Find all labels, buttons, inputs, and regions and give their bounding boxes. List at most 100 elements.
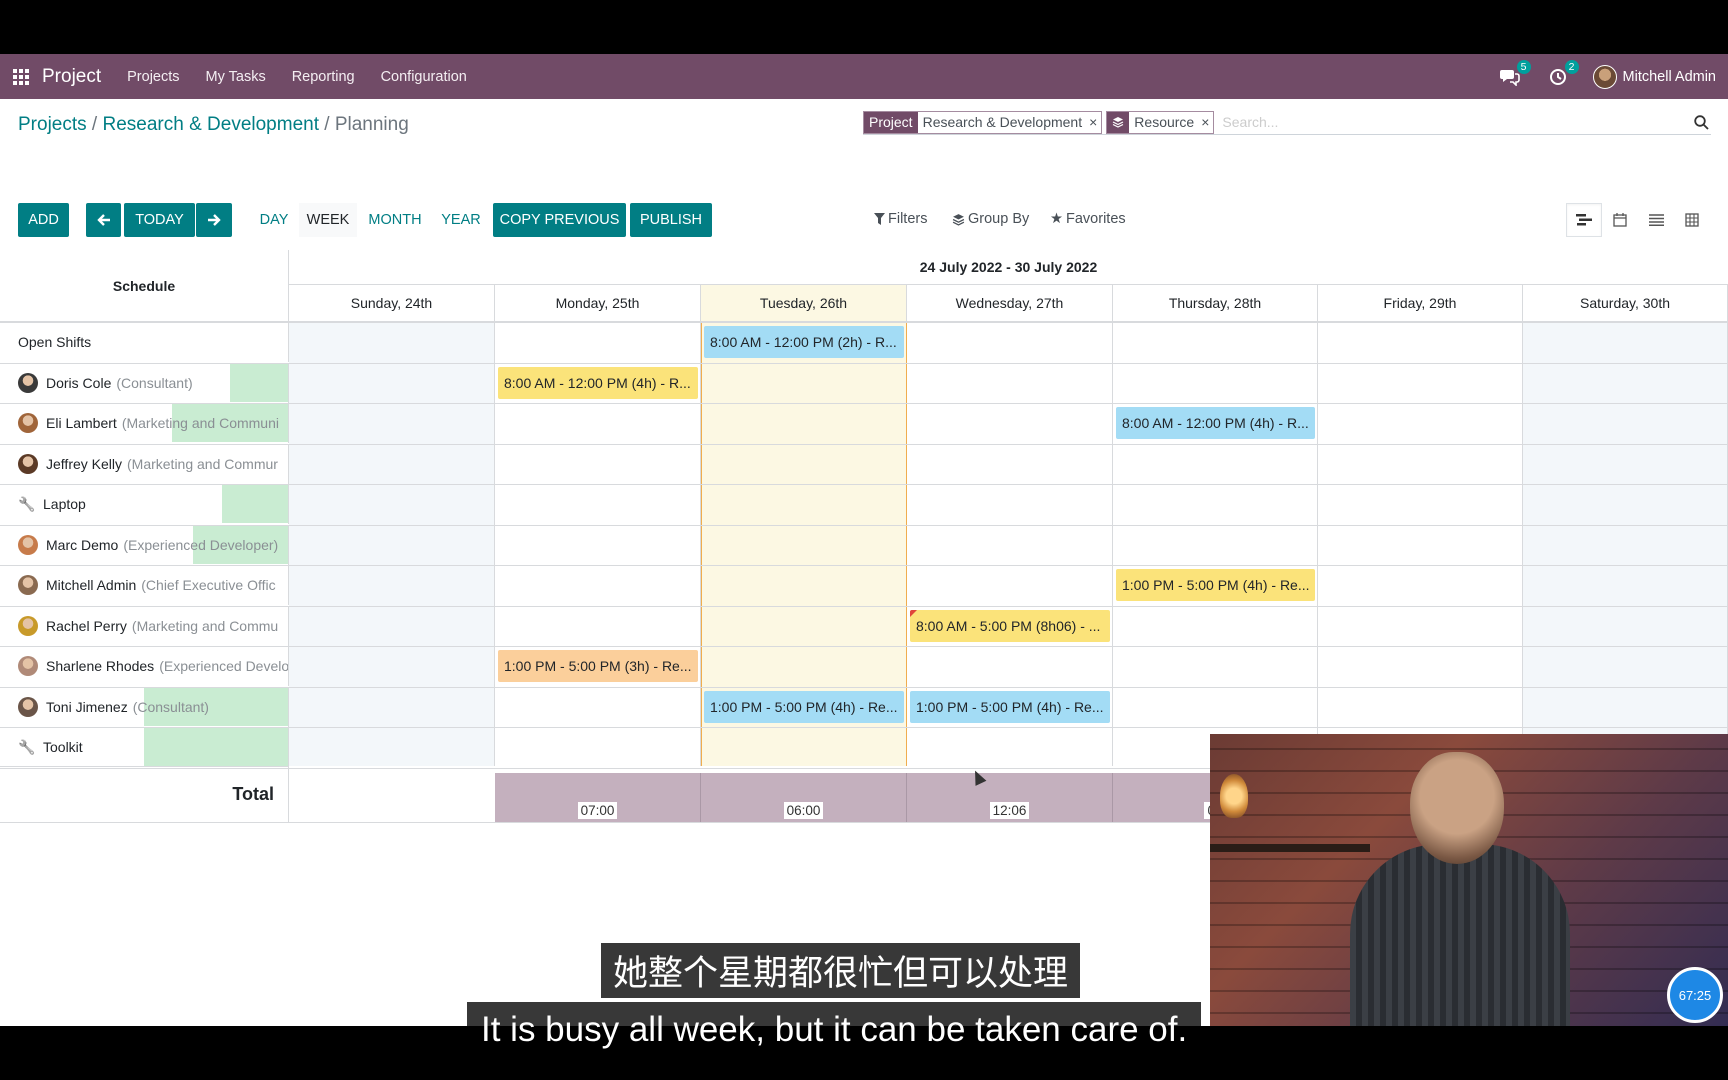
shift-pill[interactable]: 8:00 AM - 12:00 PM (4h) - R... bbox=[498, 366, 698, 399]
resource-name: Mitchell Admin bbox=[46, 577, 137, 593]
gantt-day-header: Tuesday, 26th bbox=[701, 285, 907, 322]
today-button[interactable]: TODAY bbox=[124, 203, 195, 237]
subtitle-chinese: 她整个星期都很忙但可以处理 bbox=[601, 943, 1081, 998]
next-button[interactable] bbox=[196, 203, 232, 237]
resource-name: Rachel Perry bbox=[46, 617, 127, 634]
resource-name: Eli Lambert bbox=[46, 415, 117, 431]
facet-remove-icon[interactable]: × bbox=[1087, 112, 1101, 133]
gantt-row-resource[interactable]: Toni Jimenez (Consultant) bbox=[0, 686, 289, 727]
search-icon[interactable] bbox=[1691, 114, 1711, 130]
breadcrumb-project[interactable]: Research & Development bbox=[102, 114, 319, 135]
shift-label: 1:00 PM - 5:00 PM (3h) - Re... bbox=[504, 658, 692, 674]
resource-role: (Experienced Develo bbox=[159, 658, 289, 674]
shift-pill[interactable]: 1:00 PM - 5:00 PM (3h) - Re... bbox=[498, 650, 698, 682]
video-letterbox-top bbox=[0, 0, 1728, 54]
gantt-day-column[interactable] bbox=[289, 322, 495, 766]
total-value: 12:06 bbox=[989, 802, 1030, 819]
breadcrumb-current: Planning bbox=[334, 114, 409, 135]
resource-name: Jeffrey Kelly bbox=[46, 455, 122, 472]
presenter-webcam-video: 67:25 bbox=[1210, 734, 1728, 1026]
filters-label: Filters bbox=[888, 211, 928, 227]
app-name[interactable]: Project bbox=[42, 66, 101, 88]
main-navbar: Project Projects My Tasks Reporting Conf… bbox=[0, 54, 1728, 99]
favorites-label: Favorites bbox=[1066, 211, 1126, 227]
odoo-planning-app: Project Projects My Tasks Reporting Conf… bbox=[0, 54, 1728, 1026]
shift-pill[interactable]: 8:00 AM - 5:00 PM (8h06) - ... bbox=[910, 609, 1110, 642]
gantt-row-resource[interactable]: Jeffrey Kelly (Marketing and Commur bbox=[0, 443, 289, 484]
gantt-row-resource[interactable]: 🔧 Toolkit bbox=[0, 727, 289, 767]
shift-pill[interactable]: 1:00 PM - 5:00 PM (4h) - Re... bbox=[1116, 569, 1315, 601]
resource-name: Laptop bbox=[43, 496, 86, 512]
gantt-row-resource[interactable]: Sharlene Rhodes (Experienced Develo bbox=[0, 646, 289, 686]
resource-name: Doris Cole bbox=[46, 374, 112, 391]
gantt-row-resource[interactable]: Rachel Perry (Marketing and Commu bbox=[0, 605, 289, 646]
resource-role: (Consultant) bbox=[116, 374, 193, 391]
menu-configuration[interactable]: Configuration bbox=[381, 69, 467, 85]
avatar bbox=[18, 656, 38, 676]
total-label: Total bbox=[0, 766, 289, 822]
copy-previous-button[interactable]: COPY PREVIOUS bbox=[493, 203, 626, 237]
calendar-view-button[interactable] bbox=[1602, 203, 1638, 237]
shift-label: 8:00 AM - 12:00 PM (2h) - R... bbox=[710, 334, 897, 350]
gantt-row-resource[interactable]: Eli Lambert (Marketing and Communi bbox=[0, 403, 289, 443]
avatar bbox=[18, 534, 38, 555]
gantt-day-header: Monday, 25th bbox=[495, 285, 701, 322]
menu-projects[interactable]: Projects bbox=[127, 69, 179, 85]
gantt-day-header: Friday, 29th bbox=[1318, 285, 1523, 322]
add-button[interactable]: ADD bbox=[18, 203, 69, 237]
previous-button[interactable] bbox=[86, 203, 121, 237]
avatar bbox=[18, 696, 38, 717]
pivot-view-button[interactable] bbox=[1674, 203, 1710, 237]
shift-pill[interactable]: 8:00 AM - 12:00 PM (4h) - R... bbox=[1116, 407, 1315, 439]
shift-pill[interactable]: 1:00 PM - 5:00 PM (4h) - Re... bbox=[910, 690, 1110, 723]
gantt-day-column[interactable] bbox=[1113, 322, 1318, 766]
resource-role: (Marketing and Commur bbox=[127, 455, 278, 472]
gantt-day-header: Sunday, 24th bbox=[289, 285, 495, 322]
gantt-row-resource[interactable]: Mitchell Admin (Chief Executive Offic bbox=[0, 565, 289, 605]
scale-year[interactable]: YEAR bbox=[434, 203, 488, 237]
gantt-day-header: Saturday, 30th bbox=[1523, 285, 1728, 322]
avatar bbox=[18, 372, 38, 393]
publish-button[interactable]: PUBLISH bbox=[630, 203, 712, 237]
breadcrumb-projects[interactable]: Projects bbox=[18, 114, 87, 135]
resource-name: Toolkit bbox=[43, 739, 83, 755]
messages-count-badge: 5 bbox=[1516, 59, 1531, 74]
list-icon bbox=[1648, 214, 1664, 226]
facet-value: Resource bbox=[1134, 114, 1195, 130]
scale-month[interactable]: MONTH bbox=[362, 203, 428, 237]
total-value: 07:00 bbox=[577, 802, 618, 819]
gantt-row-resource[interactable]: Doris Cole (Consultant) bbox=[0, 362, 289, 403]
scale-day[interactable]: DAY bbox=[254, 203, 294, 237]
gantt-row-resource[interactable]: Marc Demo (Experienced Developer) bbox=[0, 524, 289, 565]
resource-role: (Chief Executive Offic bbox=[141, 577, 276, 593]
subtitle-english: It is busy all week, but it can be taken… bbox=[467, 1002, 1202, 1057]
menu-reporting[interactable]: Reporting bbox=[292, 69, 355, 85]
favorites-dropdown[interactable]: ★ Favorites bbox=[1050, 211, 1126, 227]
user-menu[interactable]: Mitchell Admin bbox=[1592, 64, 1716, 89]
messages-button[interactable]: 5 bbox=[1497, 59, 1531, 88]
layers-icon bbox=[1107, 111, 1130, 133]
activities-button[interactable]: 2 bbox=[1545, 59, 1579, 88]
scale-week[interactable]: WEEK bbox=[299, 203, 357, 237]
activities-count-badge: 2 bbox=[1564, 59, 1579, 74]
total-value: 06:00 bbox=[783, 802, 824, 819]
group-by-dropdown[interactable]: Group By bbox=[952, 211, 1029, 227]
search-input[interactable] bbox=[1218, 114, 1691, 130]
resource-role: (Marketing and Commu bbox=[131, 617, 279, 634]
apps-menu-icon[interactable] bbox=[0, 54, 42, 99]
gantt-row-open-shifts[interactable]: Open Shifts bbox=[0, 322, 289, 362]
shift-pill[interactable]: 8:00 AM - 12:00 PM (2h) - R... bbox=[704, 326, 904, 358]
shift-pill[interactable]: 1:00 PM - 5:00 PM (4h) - Re... bbox=[704, 690, 904, 723]
resource-role: (Marketing and Communi bbox=[121, 415, 279, 431]
filters-dropdown[interactable]: Filters bbox=[874, 211, 927, 227]
gantt-day-column[interactable] bbox=[1318, 322, 1523, 766]
calendar-icon bbox=[1613, 213, 1627, 227]
gantt-day-column[interactable] bbox=[1523, 322, 1728, 766]
gantt-row-resource[interactable]: 🔧 Laptop bbox=[0, 484, 289, 524]
resource-role: (Experienced Developer) bbox=[123, 536, 279, 553]
facet-remove-icon[interactable]: × bbox=[1199, 112, 1213, 133]
gantt-view-button[interactable] bbox=[1566, 203, 1602, 237]
clock-icon bbox=[1549, 68, 1566, 85]
menu-my-tasks[interactable]: My Tasks bbox=[206, 69, 266, 85]
list-view-button[interactable] bbox=[1638, 203, 1674, 237]
